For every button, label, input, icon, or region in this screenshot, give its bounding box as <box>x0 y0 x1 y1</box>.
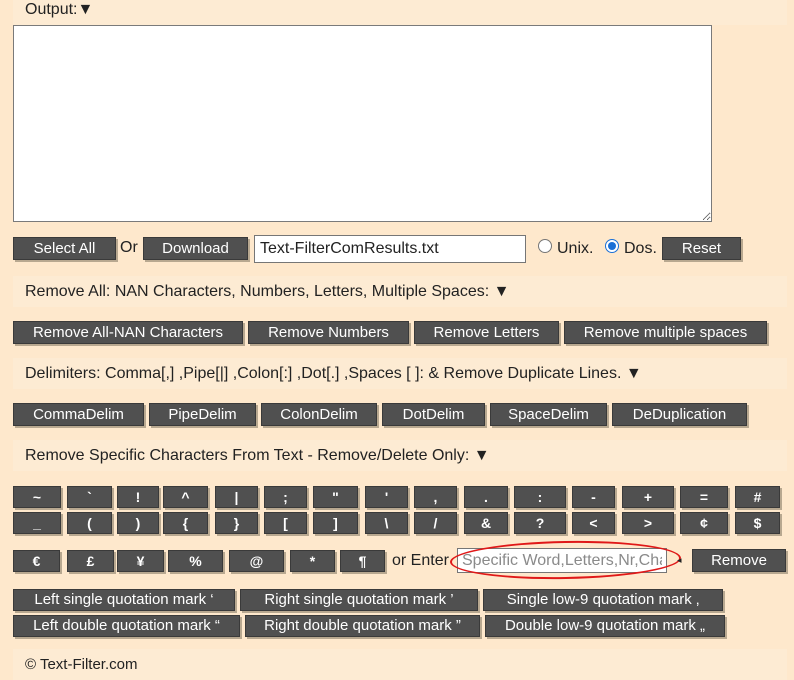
comma-delim-button[interactable]: CommaDelim <box>13 403 144 426</box>
symbol-button[interactable]: > <box>622 512 674 534</box>
symbol-button[interactable]: _ <box>13 512 61 534</box>
symbol-button[interactable]: ~ <box>13 486 61 508</box>
symbol-button[interactable]: $ <box>735 512 780 534</box>
symbol-button[interactable]: # <box>735 486 780 508</box>
symbol-button[interactable]: : <box>514 486 566 508</box>
right-single-quote-button[interactable]: Right single quotation mark ’ <box>240 589 478 611</box>
symbol-button[interactable]: ' <box>365 486 408 508</box>
symbol-button[interactable]: " <box>313 486 358 508</box>
select-all-button[interactable]: Select All <box>13 237 116 260</box>
single-low9-quote-button[interactable]: Single low-9 quotation mark ‚ <box>483 589 723 611</box>
symbol-button[interactable]: [ <box>264 512 307 534</box>
remove-specific-button[interactable]: Remove <box>692 549 786 572</box>
symbol-button[interactable]: < <box>572 512 615 534</box>
symbol-button[interactable]: ¥ <box>117 550 164 572</box>
left-single-quote-button[interactable]: Left single quotation mark ‘ <box>13 589 235 611</box>
remove-all-header[interactable]: Remove All: NAN Characters, Numbers, Let… <box>13 276 787 307</box>
remove-numbers-button[interactable]: Remove Numbers <box>248 321 409 344</box>
symbol-button[interactable]: - <box>572 486 615 508</box>
symbol-button[interactable]: ? <box>514 512 566 534</box>
symbol-button[interactable]: ; <box>264 486 307 508</box>
symbol-button[interactable]: } <box>215 512 258 534</box>
download-button[interactable]: Download <box>143 237 248 260</box>
filename-input[interactable] <box>254 235 526 263</box>
symbol-button[interactable]: ^ <box>163 486 208 508</box>
output-textarea[interactable] <box>13 25 712 222</box>
right-double-quote-button[interactable]: Right double quotation mark ” <box>245 615 480 637</box>
symbol-button[interactable]: ! <box>117 486 159 508</box>
collapse-arrow-icon[interactable]: ▼ <box>77 1 93 18</box>
reset-button[interactable]: Reset <box>662 237 741 260</box>
dos-radio[interactable] <box>605 239 619 253</box>
remove-all-nan-button[interactable]: Remove All-NAN Characters <box>13 321 243 344</box>
unix-radio[interactable] <box>538 239 552 253</box>
pipe-delim-button[interactable]: PipeDelim <box>149 403 256 426</box>
symbol-button[interactable]: ` <box>67 486 112 508</box>
symbol-button[interactable]: £ <box>67 550 114 572</box>
symbol-button[interactable]: . <box>464 486 508 508</box>
symbol-button[interactable]: % <box>168 550 223 572</box>
symbol-button[interactable]: & <box>464 512 508 534</box>
delimiters-header[interactable]: Delimiters: Comma[,] ,Pipe[|] ,Colon[:] … <box>13 358 787 389</box>
symbol-button[interactable]: ¢ <box>680 512 728 534</box>
space-delim-button[interactable]: SpaceDelim <box>490 403 607 426</box>
left-double-quote-button[interactable]: Left double quotation mark “ <box>13 615 240 637</box>
double-low9-quote-button[interactable]: Double low-9 quotation mark „ <box>485 615 725 637</box>
footer: © Text-Filter.com <box>13 649 787 680</box>
symbol-button[interactable]: = <box>680 486 728 508</box>
deduplication-button[interactable]: DeDuplication <box>612 403 747 426</box>
dos-label: Dos. <box>624 240 657 257</box>
remove-multiple-spaces-button[interactable]: Remove multiple spaces <box>564 321 767 344</box>
symbol-button[interactable]: ) <box>117 512 159 534</box>
symbol-button[interactable]: \ <box>365 512 408 534</box>
symbol-button[interactable]: ¶ <box>340 550 385 572</box>
unix-label: Unix. <box>557 240 594 257</box>
or-enter-label: or Enter <box>392 552 449 569</box>
symbol-button[interactable]: ( <box>67 512 112 534</box>
output-label: Output: <box>25 1 78 18</box>
dot-delim-button[interactable]: DotDelim <box>382 403 485 426</box>
or-label: Or <box>120 239 138 256</box>
output-header[interactable]: Output:▼ <box>13 0 787 25</box>
symbol-button[interactable]: { <box>163 512 208 534</box>
colon-delim-button[interactable]: ColonDelim <box>261 403 377 426</box>
specific-chars-header[interactable]: Remove Specific Characters From Text - R… <box>13 440 787 471</box>
symbol-button[interactable]: + <box>622 486 674 508</box>
specific-word-input[interactable] <box>457 548 667 573</box>
symbol-button[interactable]: € <box>13 550 60 572</box>
remove-letters-button[interactable]: Remove Letters <box>414 321 559 344</box>
symbol-button[interactable]: / <box>414 512 457 534</box>
symbol-button[interactable]: @ <box>229 550 284 572</box>
symbol-button[interactable]: | <box>215 486 258 508</box>
symbol-button[interactable]: * <box>290 550 335 572</box>
symbol-button[interactable]: , <box>414 486 457 508</box>
symbol-button[interactable]: ] <box>313 512 358 534</box>
pointer-arrow-icon: ◂ <box>677 555 682 565</box>
